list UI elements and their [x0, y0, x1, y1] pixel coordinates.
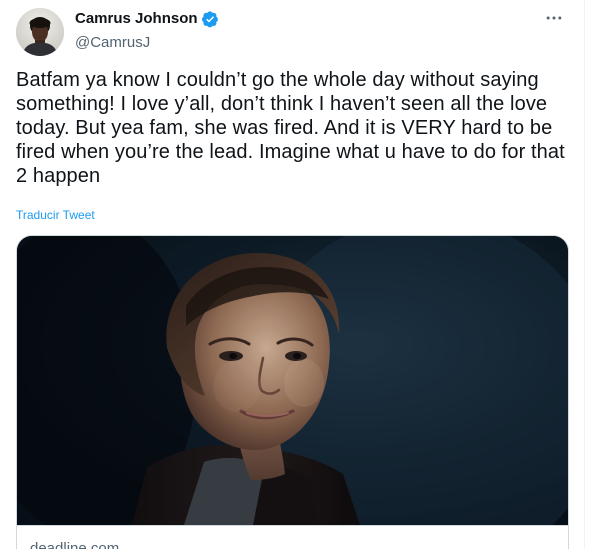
ellipsis-icon	[546, 16, 562, 20]
author-info: Camrus Johnson @CamrusJ	[75, 9, 475, 53]
right-rail-divider	[584, 0, 600, 549]
author-display-name[interactable]: Camrus Johnson	[75, 9, 198, 29]
link-preview-card[interactable]: deadline.com	[16, 235, 569, 549]
card-meta[interactable]: deadline.com	[17, 525, 568, 549]
author-handle[interactable]: @CamrusJ	[75, 33, 475, 53]
more-options-button[interactable]	[542, 6, 566, 30]
author-avatar[interactable]	[16, 8, 64, 56]
tweet-body-text: Batfam ya know I couldn’t go the whole d…	[16, 69, 565, 187]
tweet-container: Camrus Johnson @CamrusJ Batfam ya know I…	[0, 0, 584, 549]
portrait-photo	[17, 236, 568, 525]
verified-badge-icon	[201, 11, 218, 28]
avatar-image	[16, 8, 64, 56]
card-image[interactable]	[17, 236, 568, 525]
card-domain: deadline.com	[30, 540, 120, 549]
translate-tweet-link[interactable]: Traducir Tweet	[16, 207, 95, 223]
author-name-row: Camrus Johnson	[75, 9, 475, 29]
